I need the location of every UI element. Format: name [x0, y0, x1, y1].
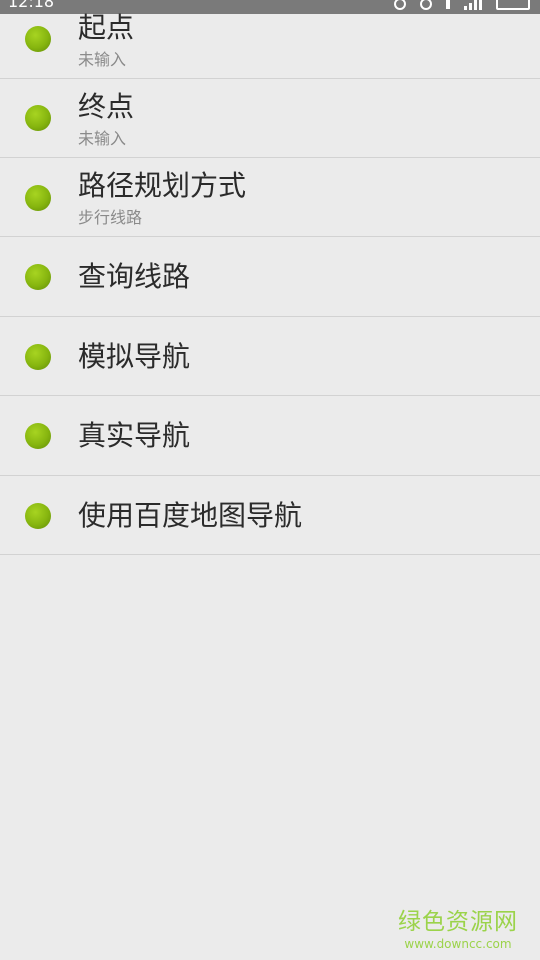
menu-item-title: 模拟导航: [78, 340, 191, 373]
menu-item-route-mode[interactable]: 路径规划方式 步行线路: [0, 158, 540, 237]
bullet-icon: [25, 264, 51, 290]
bullet-icon: [25, 344, 51, 370]
bullet-icon: [25, 105, 51, 131]
menu-item-title: 终点: [78, 90, 135, 123]
menu-item-query-route[interactable]: 查询线路: [0, 238, 540, 317]
menu-item-start-point[interactable]: 起点 未输入: [0, 0, 540, 79]
menu-item-subtitle: 未输入: [78, 50, 127, 69]
menu-item-subtitle: 步行线路: [78, 208, 143, 227]
menu-item-title: 使用百度地图导航: [78, 499, 303, 532]
menu-item-simulated-navigation[interactable]: 模拟导航: [0, 317, 540, 396]
watermark-title: 绿色资源网: [398, 909, 518, 935]
menu-item-title: 真实导航: [78, 419, 191, 452]
watermark-url: www.downcc.com: [404, 937, 512, 951]
menu-item-title: 路径规划方式: [78, 169, 247, 202]
bullet-icon: [25, 423, 51, 449]
menu-item-title: 起点: [78, 11, 135, 44]
watermark: 绿色资源网 www.downcc.com: [398, 909, 518, 951]
bullet-icon: [25, 26, 51, 52]
menu-item-baidu-map-navigation[interactable]: 使用百度地图导航: [0, 476, 540, 555]
bullet-icon: [25, 503, 51, 529]
menu-item-real-navigation[interactable]: 真实导航: [0, 397, 540, 476]
menu-item-end-point[interactable]: 终点 未输入: [0, 79, 540, 158]
menu-item-title: 查询线路: [78, 260, 191, 293]
bullet-icon: [25, 185, 51, 211]
menu-item-subtitle: 未输入: [78, 129, 127, 148]
